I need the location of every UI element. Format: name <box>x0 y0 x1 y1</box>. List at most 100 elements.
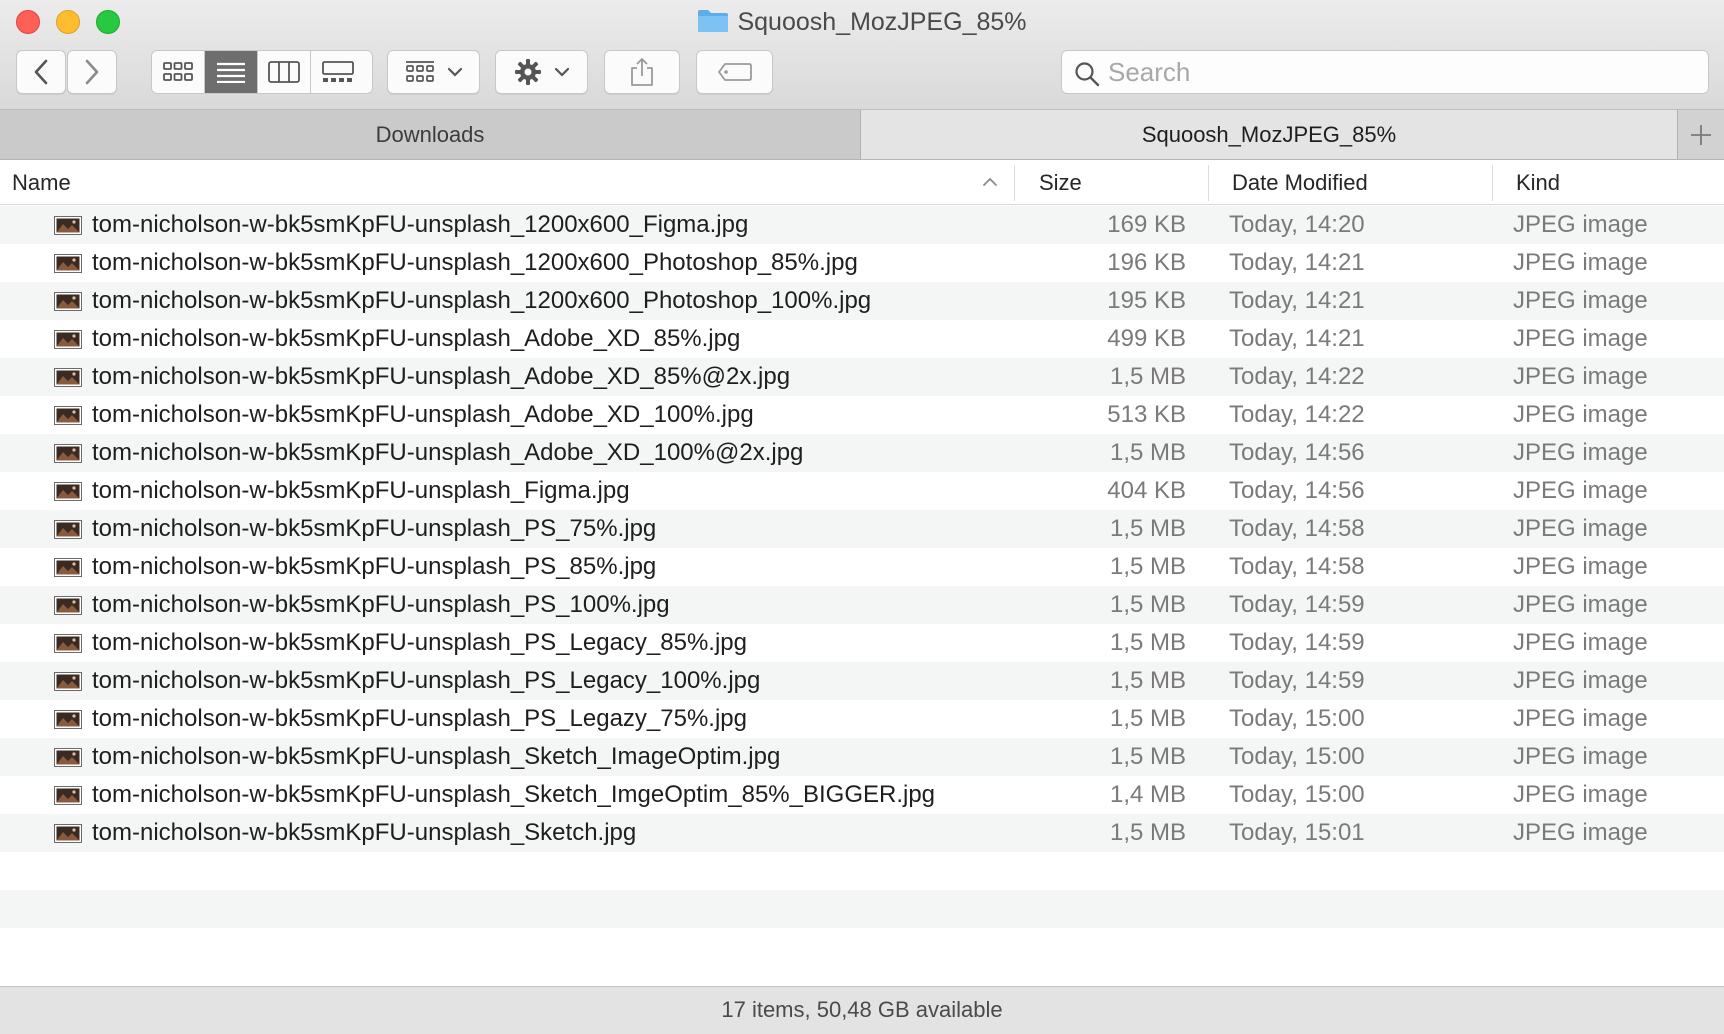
file-kind: JPEG image <box>1513 515 1648 542</box>
file-row[interactable]: tom-nicholson-w-bk5smKpFU-unsplash_1200x… <box>0 282 1724 320</box>
file-row[interactable]: tom-nicholson-w-bk5smKpFU-unsplash_Sketc… <box>0 776 1724 814</box>
group-by-button[interactable] <box>387 50 480 94</box>
empty-row <box>0 928 1724 966</box>
tab-squoosh-mozjpeg-85[interactable]: Squoosh_MozJPEG_85% <box>861 110 1677 159</box>
file-size: 513 KB <box>1107 401 1186 428</box>
jpeg-image-icon <box>54 216 82 235</box>
status-bar: 17 items, 50,48 GB available <box>0 986 1724 1034</box>
tab-downloads[interactable]: Downloads <box>0 110 861 159</box>
file-kind: JPEG image <box>1513 325 1648 352</box>
file-size: 169 KB <box>1107 211 1186 238</box>
forward-button[interactable] <box>67 50 117 94</box>
file-row[interactable]: tom-nicholson-w-bk5smKpFU-unsplash_PS_10… <box>0 586 1724 624</box>
file-name: tom-nicholson-w-bk5smKpFU-unsplash_Sketc… <box>92 819 637 846</box>
file-date-modified: Today, 14:59 <box>1229 629 1365 656</box>
file-date-modified: Today, 14:22 <box>1229 401 1365 428</box>
jpeg-image-icon <box>54 368 82 387</box>
file-kind: JPEG image <box>1513 819 1648 846</box>
file-row[interactable]: tom-nicholson-w-bk5smKpFU-unsplash_Figma… <box>0 472 1724 510</box>
share-icon <box>631 58 653 86</box>
file-date-modified: Today, 14:56 <box>1229 477 1365 504</box>
file-row[interactable]: tom-nicholson-w-bk5smKpFU-unsplash_PS_85… <box>0 548 1724 586</box>
gallery-view-button[interactable] <box>311 51 364 93</box>
file-kind: JPEG image <box>1513 629 1648 656</box>
file-size: 195 KB <box>1107 287 1186 314</box>
tag-icon <box>717 63 752 81</box>
file-size: 1,5 MB <box>1109 743 1186 770</box>
file-date-modified: Today, 15:01 <box>1229 819 1365 846</box>
column-view-icon <box>268 61 300 83</box>
file-date-modified: Today, 14:59 <box>1229 667 1365 694</box>
file-name: tom-nicholson-w-bk5smKpFU-unsplash_PS_Le… <box>92 705 747 732</box>
file-kind: JPEG image <box>1513 363 1648 390</box>
search-field[interactable] <box>1061 50 1709 94</box>
jpeg-image-icon <box>54 330 82 349</box>
plus-icon <box>1691 124 1711 145</box>
icon-view-button[interactable] <box>152 51 205 93</box>
file-row[interactable]: tom-nicholson-w-bk5smKpFU-unsplash_Adobe… <box>0 358 1724 396</box>
file-size: 1,5 MB <box>1109 363 1186 390</box>
column-header-name[interactable]: Name <box>12 161 71 205</box>
column-header-date-modified[interactable]: Date Modified <box>1232 161 1368 205</box>
file-name: tom-nicholson-w-bk5smKpFU-unsplash_Adobe… <box>92 401 754 428</box>
column-divider[interactable] <box>1208 165 1209 201</box>
file-kind: JPEG image <box>1513 287 1648 314</box>
file-kind: JPEG image <box>1513 705 1648 732</box>
column-view-button[interactable] <box>258 51 311 93</box>
file-row[interactable]: tom-nicholson-w-bk5smKpFU-unsplash_1200x… <box>0 206 1724 244</box>
file-date-modified: Today, 14:21 <box>1229 325 1365 352</box>
window-toolbar: Squoosh_MozJPEG_85% <box>0 0 1724 110</box>
sort-ascending-icon[interactable] <box>982 177 998 187</box>
file-date-modified: Today, 15:00 <box>1229 781 1365 808</box>
group-icon <box>405 61 434 82</box>
file-row[interactable]: tom-nicholson-w-bk5smKpFU-unsplash_1200x… <box>0 244 1724 282</box>
jpeg-image-icon <box>54 406 82 425</box>
jpeg-image-icon <box>54 254 82 273</box>
tags-button[interactable] <box>696 50 773 94</box>
file-kind: JPEG image <box>1513 439 1648 466</box>
file-name: tom-nicholson-w-bk5smKpFU-unsplash_PS_10… <box>92 591 670 618</box>
file-kind: JPEG image <box>1513 249 1648 276</box>
folder-icon <box>697 9 729 33</box>
file-row[interactable]: tom-nicholson-w-bk5smKpFU-unsplash_Adobe… <box>0 434 1724 472</box>
back-button[interactable] <box>16 50 66 94</box>
search-input[interactable] <box>1108 55 1698 89</box>
file-row[interactable]: tom-nicholson-w-bk5smKpFU-unsplash_PS_Le… <box>0 662 1724 700</box>
file-kind: JPEG image <box>1513 781 1648 808</box>
jpeg-image-icon <box>54 710 82 729</box>
file-date-modified: Today, 14:58 <box>1229 515 1365 542</box>
file-size: 1,5 MB <box>1109 705 1186 732</box>
file-date-modified: Today, 15:00 <box>1229 705 1365 732</box>
jpeg-image-icon <box>54 824 82 843</box>
file-row[interactable]: tom-nicholson-w-bk5smKpFU-unsplash_PS_75… <box>0 510 1724 548</box>
file-name: tom-nicholson-w-bk5smKpFU-unsplash_Adobe… <box>92 325 741 352</box>
file-date-modified: Today, 14:20 <box>1229 211 1365 238</box>
file-size: 1,5 MB <box>1109 629 1186 656</box>
action-menu-button[interactable] <box>495 50 588 94</box>
column-divider[interactable] <box>1492 165 1493 201</box>
column-header-size[interactable]: Size <box>1039 161 1082 205</box>
column-divider[interactable] <box>1014 165 1015 201</box>
file-row[interactable]: tom-nicholson-w-bk5smKpFU-unsplash_PS_Le… <box>0 700 1724 738</box>
share-button[interactable] <box>604 50 680 94</box>
chevron-down-icon <box>447 67 462 77</box>
file-name: tom-nicholson-w-bk5smKpFU-unsplash_PS_75… <box>92 515 657 542</box>
new-tab-button[interactable] <box>1677 110 1724 159</box>
empty-row <box>0 852 1724 890</box>
column-header: Name Size Date Modified Kind <box>0 161 1724 205</box>
file-row[interactable]: tom-nicholson-w-bk5smKpFU-unsplash_PS_Le… <box>0 624 1724 662</box>
file-row[interactable]: tom-nicholson-w-bk5smKpFU-unsplash_Sketc… <box>0 738 1724 776</box>
file-name: tom-nicholson-w-bk5smKpFU-unsplash_Figma… <box>92 477 630 504</box>
file-row[interactable]: tom-nicholson-w-bk5smKpFU-unsplash_Sketc… <box>0 814 1724 852</box>
file-kind: JPEG image <box>1513 591 1648 618</box>
file-kind: JPEG image <box>1513 667 1648 694</box>
icon-view-icon <box>163 62 193 81</box>
empty-row <box>0 890 1724 928</box>
file-name: tom-nicholson-w-bk5smKpFU-unsplash_PS_Le… <box>92 629 747 656</box>
jpeg-image-icon <box>54 672 82 691</box>
file-row[interactable]: tom-nicholson-w-bk5smKpFU-unsplash_Adobe… <box>0 396 1724 434</box>
column-header-kind[interactable]: Kind <box>1516 161 1560 205</box>
file-row[interactable]: tom-nicholson-w-bk5smKpFU-unsplash_Adobe… <box>0 320 1724 358</box>
file-name: tom-nicholson-w-bk5smKpFU-unsplash_1200x… <box>92 287 872 314</box>
list-view-button[interactable] <box>205 51 258 93</box>
